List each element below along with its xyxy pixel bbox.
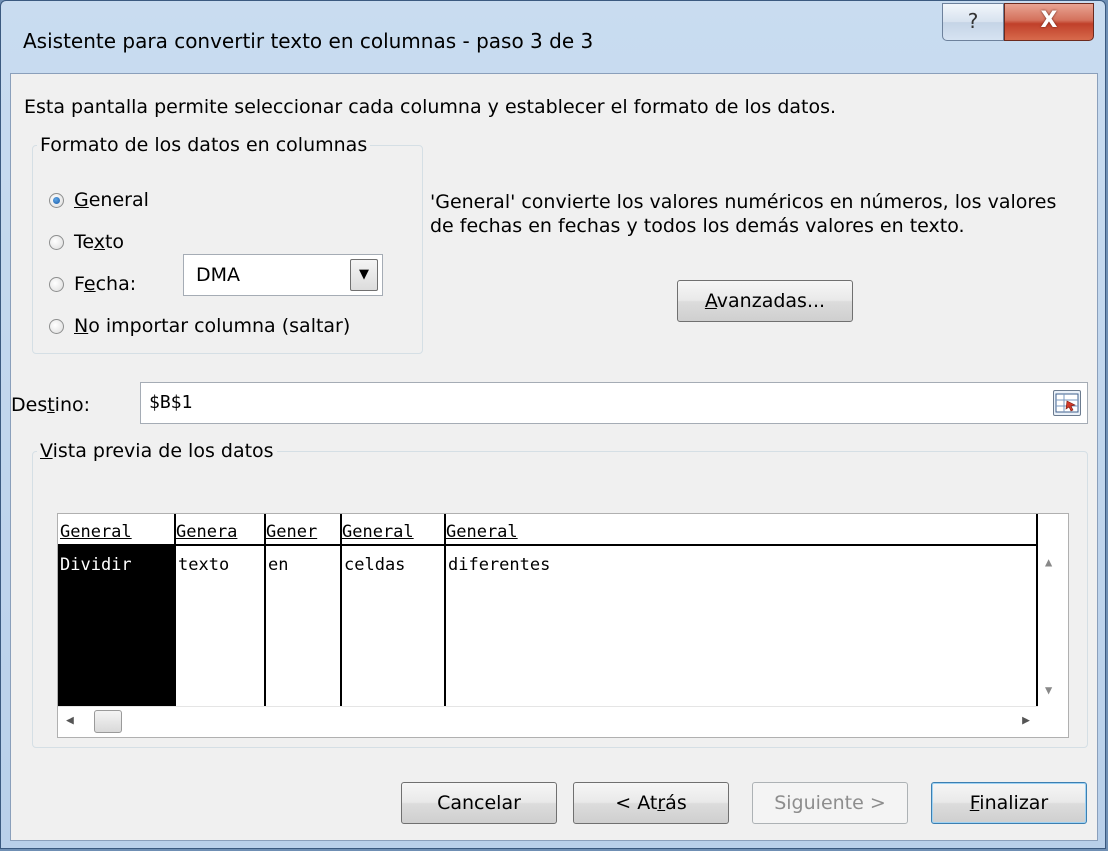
- radio-general-label: General: [74, 189, 149, 211]
- column-separator[interactable]: [264, 514, 266, 707]
- format-group: Formato de los datos en columnas General…: [32, 134, 423, 354]
- dropdown-arrow-icon[interactable]: ▼: [350, 259, 378, 291]
- preview-group-legend: Vista previa de los datos: [40, 440, 274, 462]
- help-button[interactable]: ?: [942, 3, 1004, 41]
- preview-header-4[interactable]: General: [342, 522, 444, 542]
- destination-label: Destino:: [11, 394, 91, 416]
- scroll-up-icon[interactable]: ▲: [1045, 555, 1052, 569]
- dialog-body: Esta pantalla permite seleccionar cada c…: [10, 73, 1098, 841]
- column-separator[interactable]: [340, 514, 342, 707]
- radio-date-button[interactable]: [49, 276, 64, 292]
- close-button[interactable]: X: [1004, 3, 1094, 41]
- format-info-text: 'General' convierte los valores numérico…: [430, 191, 1057, 237]
- radio-general[interactable]: General: [49, 186, 149, 214]
- scroll-left-icon[interactable]: ◀: [66, 713, 74, 728]
- range-select-icon[interactable]: [1053, 390, 1081, 416]
- preview-header-2[interactable]: Genera: [176, 522, 264, 542]
- radio-skip[interactable]: No importar columna (saltar): [49, 312, 350, 340]
- preview-header-5[interactable]: General: [446, 522, 946, 542]
- cancel-button[interactable]: Cancelar: [401, 782, 557, 824]
- scroll-thumb[interactable]: [94, 710, 122, 733]
- horizontal-scrollbar[interactable]: ◀ ▶: [58, 706, 1038, 737]
- preview-cell-3: en: [268, 555, 289, 575]
- date-format-value: DMA: [196, 264, 241, 286]
- dialog-window: Asistente para convertir texto en column…: [0, 0, 1106, 849]
- preview-cell-4: celdas: [344, 555, 406, 575]
- radio-date[interactable]: Fecha:: [49, 270, 136, 298]
- preview-cell-5: diferentes: [448, 555, 551, 575]
- column-separator[interactable]: [174, 514, 176, 707]
- back-button[interactable]: < Atrás: [573, 782, 729, 824]
- scroll-right-icon[interactable]: ▶: [1022, 713, 1030, 728]
- column-separator[interactable]: [444, 514, 446, 707]
- description-text: Esta pantalla permite seleccionar cada c…: [24, 96, 837, 118]
- preview-cell-2: texto: [178, 555, 230, 575]
- data-preview[interactable]: General Genera Gener General General Div…: [57, 513, 1069, 738]
- next-button[interactable]: Siguiente >: [752, 782, 908, 824]
- radio-skip-button[interactable]: [49, 318, 64, 334]
- scroll-down-icon[interactable]: ▼: [1045, 683, 1052, 697]
- format-group-legend: Formato de los datos en columnas: [40, 134, 368, 156]
- close-icon: X: [1040, 8, 1058, 33]
- date-format-select[interactable]: DMA ▼: [183, 254, 383, 296]
- preview-cell-1: Dividir: [60, 555, 132, 575]
- radio-text-label: Texto: [74, 231, 125, 253]
- radio-skip-label: No importar columna (saltar): [74, 315, 351, 337]
- advanced-button[interactable]: Avanzadas...: [677, 280, 853, 322]
- preview-header-1[interactable]: General: [60, 522, 174, 542]
- radio-general-button[interactable]: [49, 192, 64, 208]
- help-icon: ?: [967, 9, 979, 33]
- radio-text[interactable]: Texto: [49, 228, 124, 256]
- radio-text-button[interactable]: [49, 234, 64, 250]
- window-title: Asistente para convertir texto en column…: [23, 29, 594, 53]
- preview-header-3[interactable]: Gener: [266, 522, 340, 542]
- destination-value: $B$1: [149, 392, 193, 413]
- destination-field[interactable]: $B$1: [140, 382, 1088, 424]
- radio-date-label: Fecha:: [74, 273, 137, 295]
- preview-header-divider: [58, 544, 1038, 546]
- finish-button[interactable]: Finalizar: [931, 782, 1087, 824]
- title-bar: Asistente para convertir texto en column…: [1, 1, 1105, 73]
- vertical-scrollbar[interactable]: ▲ ▼: [1038, 545, 1068, 707]
